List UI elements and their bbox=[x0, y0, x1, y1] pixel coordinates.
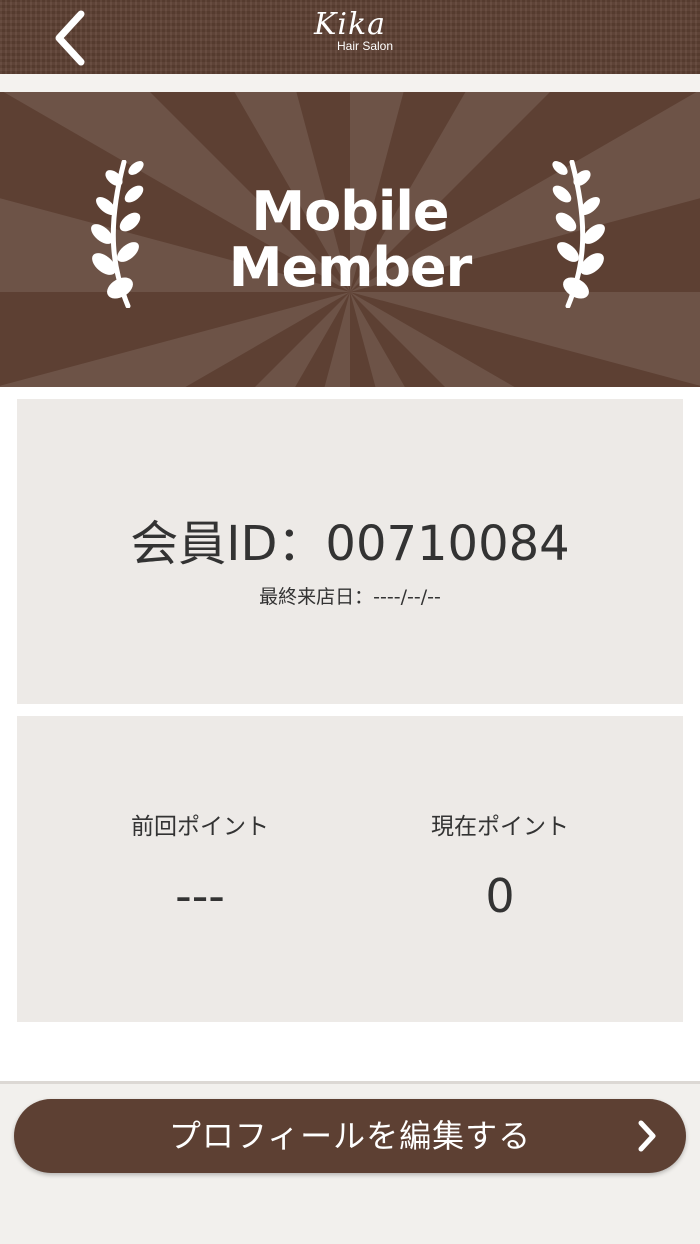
banner-title-line2: Member bbox=[228, 235, 473, 299]
member-id-card: 会員ID：00710084 最終来店日：----/--/-- bbox=[17, 399, 683, 704]
member-banner: Mobile Member bbox=[0, 92, 700, 387]
last-visit-date: 最終来店日：----/--/-- bbox=[259, 586, 441, 608]
previous-points-label: 前回ポイント bbox=[131, 814, 269, 840]
previous-points-value: --- bbox=[175, 869, 225, 923]
banner-title: Mobile Member bbox=[0, 92, 700, 387]
salon-logo: Kika Hair Salon bbox=[280, 8, 420, 66]
chevron-left-icon bbox=[55, 10, 85, 66]
back-button[interactable] bbox=[46, 8, 96, 68]
banner-title-line1: Mobile bbox=[251, 179, 449, 243]
edit-profile-button[interactable]: プロフィールを編集する bbox=[14, 1099, 686, 1173]
current-points-value: 0 bbox=[485, 869, 515, 923]
app-header: Kika Hair Salon bbox=[0, 0, 700, 74]
header-gap bbox=[0, 74, 700, 92]
current-points: 現在ポイント 0 bbox=[350, 812, 650, 924]
edit-profile-label: プロフィールを編集する bbox=[168, 1117, 532, 1155]
member-id: 会員ID：00710084 bbox=[130, 516, 570, 572]
previous-points: 前回ポイント --- bbox=[50, 812, 350, 924]
current-points-label: 現在ポイント bbox=[431, 814, 569, 840]
points-card: 前回ポイント --- 現在ポイント 0 bbox=[17, 716, 683, 1022]
logo-subtitle: Hair Salon bbox=[336, 39, 394, 53]
logo-title: Kika bbox=[313, 7, 387, 42]
chevron-right-icon bbox=[638, 1120, 656, 1152]
